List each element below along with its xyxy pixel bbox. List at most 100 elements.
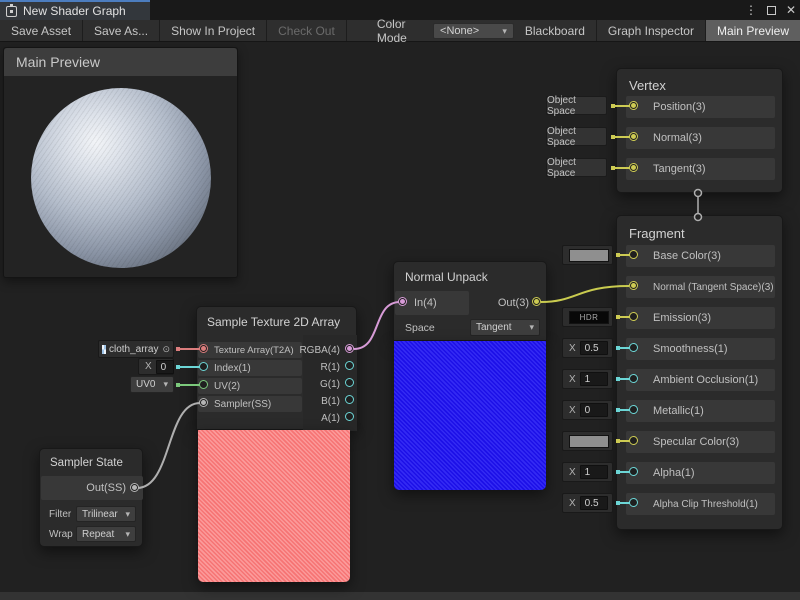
main-preview-panel[interactable]: Main Preview	[3, 47, 238, 278]
smoothness-input[interactable]: X0.5	[562, 338, 613, 358]
slot-base-color[interactable]: Base Color(3)	[626, 245, 775, 267]
default-dot	[616, 253, 620, 257]
main-preview-button[interactable]: Main Preview	[706, 20, 800, 41]
port-r[interactable]	[345, 361, 354, 370]
slot-smoothness[interactable]: Smoothness(1)	[626, 338, 775, 360]
cloth-texture-preview[interactable]	[198, 430, 350, 582]
menu-icon[interactable]: ⋮	[745, 0, 757, 20]
port-g[interactable]	[345, 378, 354, 387]
port-texture-array[interactable]	[199, 344, 208, 353]
emission-hdr-field[interactable]: HDR	[562, 307, 613, 327]
tab-title: New Shader Graph	[23, 4, 126, 18]
save-asset-button[interactable]: Save Asset	[0, 20, 83, 41]
metallic-input[interactable]: X0	[562, 400, 613, 420]
port-alpha[interactable]	[629, 467, 638, 476]
hdr-badge: HDR	[569, 311, 609, 324]
slot-ambient-occlusion[interactable]: Ambient Occlusion(1)	[626, 369, 775, 391]
default-dot	[176, 347, 180, 351]
maximize-icon[interactable]	[767, 6, 776, 15]
output-a-label: A(1)	[321, 413, 340, 424]
specular-color-swatch[interactable]	[562, 431, 613, 451]
slot-uv[interactable]: UV(2)	[198, 378, 302, 394]
show-in-project-button[interactable]: Show In Project	[160, 20, 267, 41]
wrap-dropdown[interactable]: Repeat ▾	[76, 526, 136, 542]
port-a[interactable]	[345, 412, 354, 421]
binding-chip-tangent[interactable]: Object Space	[546, 158, 607, 177]
chevron-down-icon: ▾	[163, 379, 168, 390]
slot-position[interactable]: Position(3)	[626, 96, 775, 118]
port-sampler[interactable]	[199, 398, 208, 407]
default-dot	[176, 383, 180, 387]
port-normal-v[interactable]	[629, 132, 638, 141]
uv-channel-dropdown[interactable]: UV0 ▾	[130, 376, 174, 393]
port-base-color[interactable]	[629, 250, 638, 259]
out-label: Out(3)	[498, 297, 529, 309]
node-vertex[interactable]: Vertex Position(3) Normal(3) Tangent(3)	[616, 68, 783, 193]
toolbar: Save Asset Save As... Show In Project Ch…	[0, 20, 800, 42]
port-ambient-occlusion[interactable]	[629, 374, 638, 383]
port-rgba[interactable]	[345, 344, 354, 353]
default-dot	[616, 346, 620, 350]
port-specular-color[interactable]	[629, 436, 638, 445]
port-index[interactable]	[199, 362, 208, 371]
slot-index[interactable]: Index(1)	[198, 360, 302, 376]
close-icon[interactable]: ✕	[786, 0, 796, 20]
slot-metallic[interactable]: Metallic(1)	[626, 400, 775, 422]
slot-texture-array[interactable]: Texture Array(T2A)	[198, 342, 302, 358]
chevron-down-icon: ▾	[529, 322, 534, 333]
node-title: Fragment	[629, 226, 685, 241]
object-picker-icon[interactable]: ⊙	[162, 344, 170, 355]
slot-normal[interactable]: Normal(3)	[626, 127, 775, 149]
space-dropdown[interactable]: Tangent ▾	[470, 319, 540, 336]
port-position[interactable]	[629, 101, 638, 110]
main-preview-header[interactable]: Main Preview	[4, 48, 237, 76]
node-normal-unpack[interactable]: Normal Unpack In(4) Out(3) Space Tangent…	[393, 261, 547, 341]
slot-normal-tangent-space[interactable]: Normal (Tangent Space)(3)	[626, 276, 775, 298]
binding-chip-position[interactable]: Object Space	[546, 96, 607, 115]
color-mode-dropdown[interactable]: <None> ▾	[433, 23, 514, 39]
port-b[interactable]	[345, 395, 354, 404]
texture-name: cloth_array	[109, 344, 158, 355]
alpha-clip-threshold-input[interactable]: X0.5	[562, 493, 613, 513]
default-dot	[616, 377, 620, 381]
port-metallic[interactable]	[629, 405, 638, 414]
default-dot	[616, 501, 620, 505]
texture-array-object-field[interactable]: cloth_array ⊙	[98, 340, 174, 358]
alpha-input[interactable]: X1	[562, 462, 613, 482]
index-input[interactable]: X 0	[138, 358, 174, 375]
slot-alpha[interactable]: Alpha(1)	[626, 462, 775, 484]
port-normal-tangent-space[interactable]	[629, 281, 638, 290]
default-dot	[616, 408, 620, 412]
slot-alpha-clip-threshold[interactable]: Alpha Clip Threshold(1)	[626, 493, 775, 515]
port-out-ss[interactable]	[130, 483, 139, 492]
port-in4[interactable]	[398, 297, 407, 306]
ambient-occlusion-input[interactable]: X1	[562, 369, 613, 389]
slot-sampler[interactable]: Sampler(SS)	[198, 396, 302, 412]
filter-dropdown[interactable]: Trilinear ▾	[76, 506, 136, 522]
save-as-button[interactable]: Save As...	[83, 20, 160, 41]
port-smoothness[interactable]	[629, 343, 638, 352]
port-uv[interactable]	[199, 380, 208, 389]
chevron-down-icon: ▾	[502, 26, 507, 37]
binding-chip-normal[interactable]: Object Space	[546, 127, 607, 146]
port-alpha-clip-threshold[interactable]	[629, 498, 638, 507]
node-sampler-state[interactable]: Sampler State Out(SS) Filter Trilinear ▾…	[39, 448, 143, 547]
base-color-swatch[interactable]	[562, 245, 613, 265]
graph-inspector-button[interactable]: Graph Inspector	[597, 20, 706, 41]
port-out3[interactable]	[532, 297, 541, 306]
slot-emission[interactable]: Emission(3)	[626, 307, 775, 329]
node-sample-texture-2d-array[interactable]: Sample Texture 2D Array Texture Array(T2…	[196, 306, 357, 430]
normal-map-preview[interactable]	[394, 341, 546, 490]
output-r-label: R(1)	[321, 362, 340, 373]
texture-icon	[102, 345, 106, 354]
port-emission[interactable]	[629, 312, 638, 321]
node-fragment[interactable]: Fragment Base Color(3) Normal (Tangent S…	[616, 215, 783, 530]
slot-tangent[interactable]: Tangent(3)	[626, 158, 775, 180]
check-out-button: Check Out	[267, 20, 347, 41]
tab-new-shader-graph[interactable]: New Shader Graph	[0, 0, 150, 20]
port-tangent[interactable]	[629, 163, 638, 172]
node-title: Sample Texture 2D Array	[207, 315, 340, 329]
slot-specular-color[interactable]: Specular Color(3)	[626, 431, 775, 453]
slot-out-ss[interactable]: Out(SS)	[41, 476, 143, 500]
blackboard-button[interactable]: Blackboard	[514, 20, 597, 41]
